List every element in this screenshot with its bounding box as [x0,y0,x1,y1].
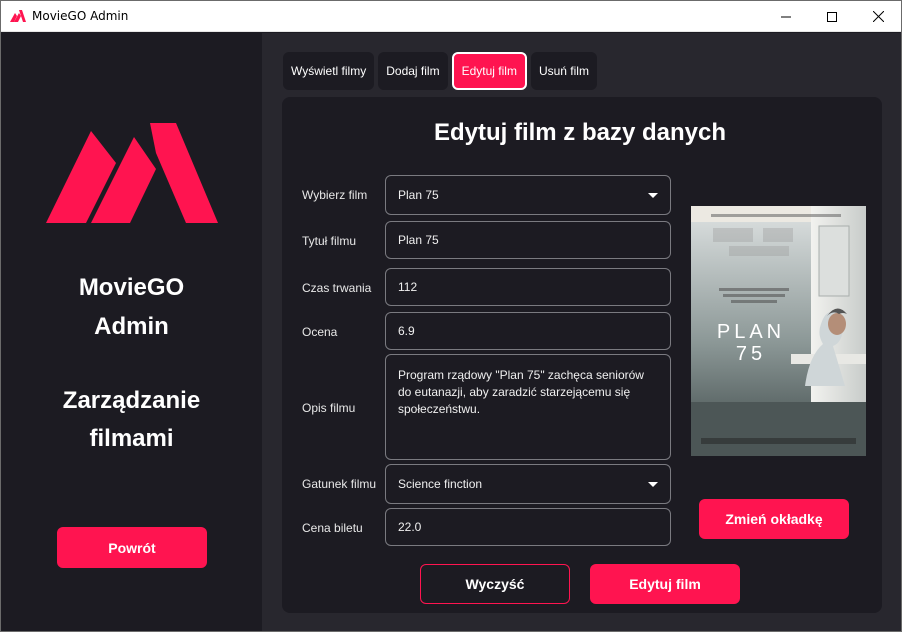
tab-delete-movie[interactable]: Usuń film [530,52,597,90]
app-logo-icon [10,10,26,22]
duration-input[interactable]: 112 [385,268,671,306]
tab-bar: Wyświetl filmy Dodaj film Edytuj film Us… [283,52,597,90]
description-label: Opis filmu [302,401,356,415]
poster-title-line2: 75 [736,343,766,365]
title-input[interactable]: Plan 75 [385,221,671,259]
tab-edit-movie[interactable]: Edytuj film [451,52,527,90]
clear-button[interactable]: Wyczyść [420,564,570,604]
app-window: MovieGO Admin MovieGO Admin Zarządzanie … [0,0,902,632]
select-movie-dropdown[interactable]: Plan 75 [385,175,671,215]
sidebar-subtitle: Zarządzanie filmami [62,387,201,452]
price-input[interactable]: 22.0 [385,508,671,546]
movie-poster-image: PLAN 75 [691,206,866,456]
minimize-button[interactable] [763,1,809,32]
chevron-down-icon [648,481,658,487]
minimize-icon [781,16,791,17]
poster-title-line1: PLAN [717,321,785,343]
tab-view-movies[interactable]: Wyświetl filmy [283,52,375,90]
select-movie-label: Wybierz film [302,188,368,202]
rating-input[interactable]: 6.9 [385,312,671,350]
genre-dropdown[interactable]: Science finction [385,464,671,504]
rating-label: Ocena [302,325,338,339]
edit-panel: Edytuj film z bazy danych Wybierz film P… [282,97,882,613]
change-cover-button[interactable]: Zmień okładkę [699,499,849,539]
sidebar: MovieGO Admin Zarządzanie filmami Powrót [1,33,262,631]
description-textarea[interactable]: Program rządowy "Plan 75" zachęca senior… [385,354,671,460]
price-label: Cena biletu [302,521,363,535]
chevron-down-icon [648,192,658,198]
edit-movie-button[interactable]: Edytuj film [590,564,740,604]
close-button[interactable] [855,1,901,32]
maximize-button[interactable] [809,1,855,32]
window-title: MovieGO Admin [32,9,129,23]
tab-add-movie[interactable]: Dodaj film [378,52,448,90]
main-area: Wyświetl filmy Dodaj film Edytuj film Us… [262,33,901,631]
panel-heading: Edytuj film z bazy danych [433,119,727,146]
title-bar[interactable]: MovieGO Admin [1,1,901,32]
genre-label: Gatunek filmu [302,477,377,491]
maximize-icon [827,11,837,22]
duration-label: Czas trwania [302,281,372,295]
title-label: Tytuł filmu [302,234,357,248]
back-button[interactable]: Powrót [57,527,207,568]
sidebar-title: MovieGO Admin [78,274,185,340]
moviego-logo-icon [46,123,218,223]
close-icon [872,11,884,22]
